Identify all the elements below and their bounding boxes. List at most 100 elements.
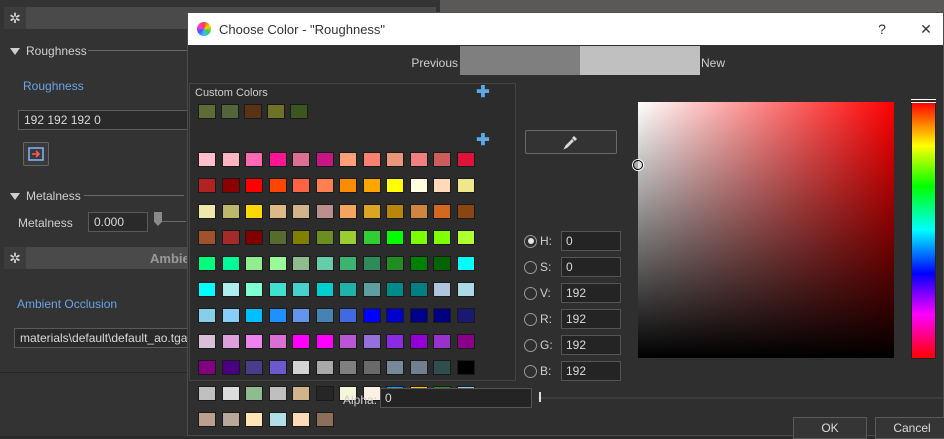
- channel-radio-s[interactable]: S:: [524, 260, 558, 274]
- add-basic-color-icon[interactable]: ✚: [476, 133, 490, 149]
- basic-color-swatch[interactable]: [198, 204, 216, 219]
- ambient-occlusion-path-field[interactable]: materials\default\default_ao.tga: [14, 328, 194, 348]
- basic-color-swatch[interactable]: [433, 334, 451, 349]
- basic-color-swatch[interactable]: [198, 256, 216, 271]
- basic-color-swatch[interactable]: [198, 152, 216, 167]
- basic-color-swatch[interactable]: [409, 204, 428, 219]
- gear-icon[interactable]: ✲: [4, 247, 26, 269]
- basic-color-swatch[interactable]: [245, 334, 263, 349]
- basic-color-swatch[interactable]: [433, 308, 451, 323]
- channel-radio-g[interactable]: G:: [524, 338, 558, 352]
- add-custom-color-icon[interactable]: ✚: [476, 85, 490, 101]
- basic-color-swatch[interactable]: [245, 204, 263, 219]
- basic-color-swatch[interactable]: [386, 282, 404, 297]
- basic-color-swatch[interactable]: [339, 282, 357, 297]
- help-button[interactable]: ?: [862, 13, 902, 45]
- basic-color-swatch[interactable]: [268, 256, 287, 271]
- basic-color-swatch[interactable]: [245, 256, 263, 271]
- basic-color-swatch[interactable]: [245, 282, 263, 297]
- basic-color-swatch[interactable]: [456, 256, 475, 271]
- metalness-section-header[interactable]: Metalness: [10, 189, 81, 203]
- basic-color-swatch[interactable]: [315, 386, 334, 401]
- basic-color-swatch[interactable]: [292, 256, 310, 271]
- basic-color-swatch[interactable]: [315, 152, 334, 167]
- basic-color-swatch[interactable]: [315, 308, 334, 323]
- basic-color-swatch[interactable]: [433, 360, 451, 375]
- basic-color-swatch[interactable]: [221, 152, 240, 167]
- basic-color-swatch[interactable]: [268, 360, 287, 375]
- custom-color-swatch[interactable]: [244, 104, 262, 119]
- basic-color-swatch[interactable]: [386, 334, 404, 349]
- basic-color-swatch[interactable]: [386, 308, 404, 323]
- basic-color-swatch[interactable]: [268, 386, 287, 401]
- basic-color-swatch[interactable]: [456, 152, 475, 167]
- alpha-slider-track[interactable]: [538, 397, 943, 399]
- alpha-field[interactable]: 0: [380, 388, 532, 408]
- roughness-link[interactable]: Roughness: [23, 79, 84, 93]
- close-button[interactable]: ✕: [906, 13, 944, 45]
- channel-radio-h[interactable]: H:: [524, 234, 558, 248]
- basic-color-swatch[interactable]: [315, 334, 334, 349]
- basic-color-swatch[interactable]: [198, 360, 216, 375]
- basic-color-swatch[interactable]: [315, 178, 334, 193]
- channel-value-field[interactable]: 192: [561, 283, 621, 303]
- basic-color-swatch[interactable]: [268, 178, 287, 193]
- basic-color-swatch[interactable]: [386, 360, 404, 375]
- ambient-occlusion-link[interactable]: Ambient Occlusion: [17, 297, 117, 311]
- basic-color-swatch[interactable]: [268, 152, 287, 167]
- basic-color-swatch[interactable]: [456, 230, 475, 245]
- channel-value-field[interactable]: 0: [561, 257, 621, 277]
- basic-color-swatch[interactable]: [362, 256, 381, 271]
- basic-color-swatch[interactable]: [245, 412, 263, 427]
- basic-color-swatch[interactable]: [221, 204, 240, 219]
- hue-slider[interactable]: [911, 101, 936, 359]
- basic-color-swatch[interactable]: [409, 178, 428, 193]
- radio-button[interactable]: [524, 312, 537, 326]
- basic-color-swatch[interactable]: [198, 334, 216, 349]
- basic-color-swatch[interactable]: [409, 282, 428, 297]
- basic-color-swatch[interactable]: [221, 360, 240, 375]
- basic-color-swatch[interactable]: [362, 230, 381, 245]
- collapse-triangle-icon[interactable]: [10, 47, 20, 55]
- basic-color-swatch[interactable]: [362, 334, 381, 349]
- metalness-value-field[interactable]: 0.000: [88, 212, 148, 232]
- basic-color-swatch[interactable]: [433, 152, 451, 167]
- basic-color-swatch[interactable]: [292, 230, 310, 245]
- basic-color-swatch[interactable]: [245, 178, 263, 193]
- saturation-value-square[interactable]: [638, 102, 894, 358]
- basic-color-swatch[interactable]: [362, 360, 381, 375]
- basic-color-swatch[interactable]: [362, 282, 381, 297]
- radio-button[interactable]: [524, 234, 537, 248]
- basic-color-swatch[interactable]: [315, 204, 334, 219]
- basic-color-swatch[interactable]: [245, 308, 263, 323]
- channel-radio-v[interactable]: V:: [524, 286, 558, 300]
- basic-color-swatch[interactable]: [315, 256, 334, 271]
- basic-color-swatch[interactable]: [339, 334, 357, 349]
- basic-color-swatch[interactable]: [456, 308, 475, 323]
- basic-color-swatch[interactable]: [292, 152, 310, 167]
- channel-value-field[interactable]: 192: [561, 335, 621, 355]
- basic-color-swatch[interactable]: [292, 178, 310, 193]
- basic-color-swatch[interactable]: [456, 282, 475, 297]
- channel-value-field[interactable]: 192: [561, 361, 621, 381]
- basic-color-swatch[interactable]: [362, 152, 381, 167]
- basic-color-swatch[interactable]: [198, 308, 216, 323]
- basic-color-swatch[interactable]: [292, 334, 310, 349]
- basic-color-swatch[interactable]: [456, 178, 475, 193]
- basic-color-swatch[interactable]: [339, 256, 357, 271]
- channel-radio-r[interactable]: R:: [524, 312, 558, 326]
- color-picker-button[interactable]: [23, 142, 49, 166]
- basic-color-swatch[interactable]: [386, 256, 404, 271]
- radio-button[interactable]: [524, 260, 537, 274]
- basic-color-swatch[interactable]: [245, 230, 263, 245]
- basic-color-swatch[interactable]: [409, 334, 428, 349]
- basic-color-swatch[interactable]: [456, 204, 475, 219]
- channel-value-field[interactable]: 0: [561, 231, 621, 251]
- basic-color-swatch[interactable]: [433, 230, 451, 245]
- custom-color-swatch[interactable]: [221, 104, 239, 119]
- collapse-triangle-icon[interactable]: [10, 192, 20, 200]
- custom-color-swatch[interactable]: [198, 104, 216, 119]
- channel-value-field[interactable]: 192: [561, 309, 621, 329]
- basic-color-swatch[interactable]: [456, 334, 475, 349]
- basic-color-swatch[interactable]: [268, 204, 287, 219]
